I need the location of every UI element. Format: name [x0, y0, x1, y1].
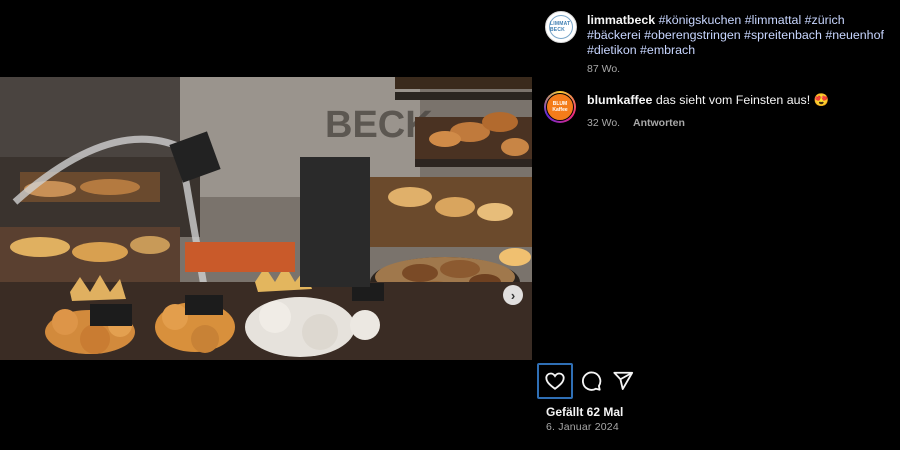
bakery-photo[interactable]: BECK › — [0, 77, 532, 360]
username-link[interactable]: blumkaffee — [587, 93, 652, 107]
avatar[interactable]: BLUM Kaffee — [544, 91, 576, 123]
share-button[interactable] — [607, 365, 639, 397]
comment-meta: 32 Wo. Antworten — [587, 117, 685, 129]
comment-bubble-icon — [582, 371, 602, 391]
likes-count[interactable]: Gefällt 62 Mal — [546, 405, 623, 419]
caption-text: limmatbeck #königskuchen #limmattal #zür… — [587, 13, 887, 58]
username-link[interactable]: limmatbeck — [587, 13, 655, 27]
comment-meta: 87 Wo. — [587, 63, 620, 75]
post-media-area: BECK › — [0, 0, 532, 450]
comment-text: blumkaffee das sieht vom Feinsten aus! 😍 — [587, 93, 887, 108]
carousel-next-button[interactable]: › — [503, 285, 523, 305]
reply-button[interactable]: Antworten — [633, 117, 685, 129]
heart-outline-icon — [545, 372, 565, 390]
comment-button[interactable] — [575, 365, 607, 397]
post-action-bar — [537, 363, 639, 399]
paper-plane-icon — [613, 371, 634, 390]
limmatbeck-logo-icon: LIMMAT BECK — [549, 15, 573, 39]
comment-age[interactable]: 32 Wo. — [587, 117, 620, 129]
bakery-photo-illustration: BECK — [0, 77, 532, 360]
avatar[interactable]: LIMMAT BECK — [545, 11, 577, 43]
comment-age[interactable]: 87 Wo. — [587, 63, 620, 75]
blumkaffee-logo-icon: BLUM Kaffee — [546, 93, 574, 121]
post-date[interactable]: 6. Januar 2024 — [546, 421, 619, 433]
comment-body: das sieht vom Feinsten aus! 😍 — [655, 93, 830, 107]
like-button[interactable] — [537, 363, 573, 399]
